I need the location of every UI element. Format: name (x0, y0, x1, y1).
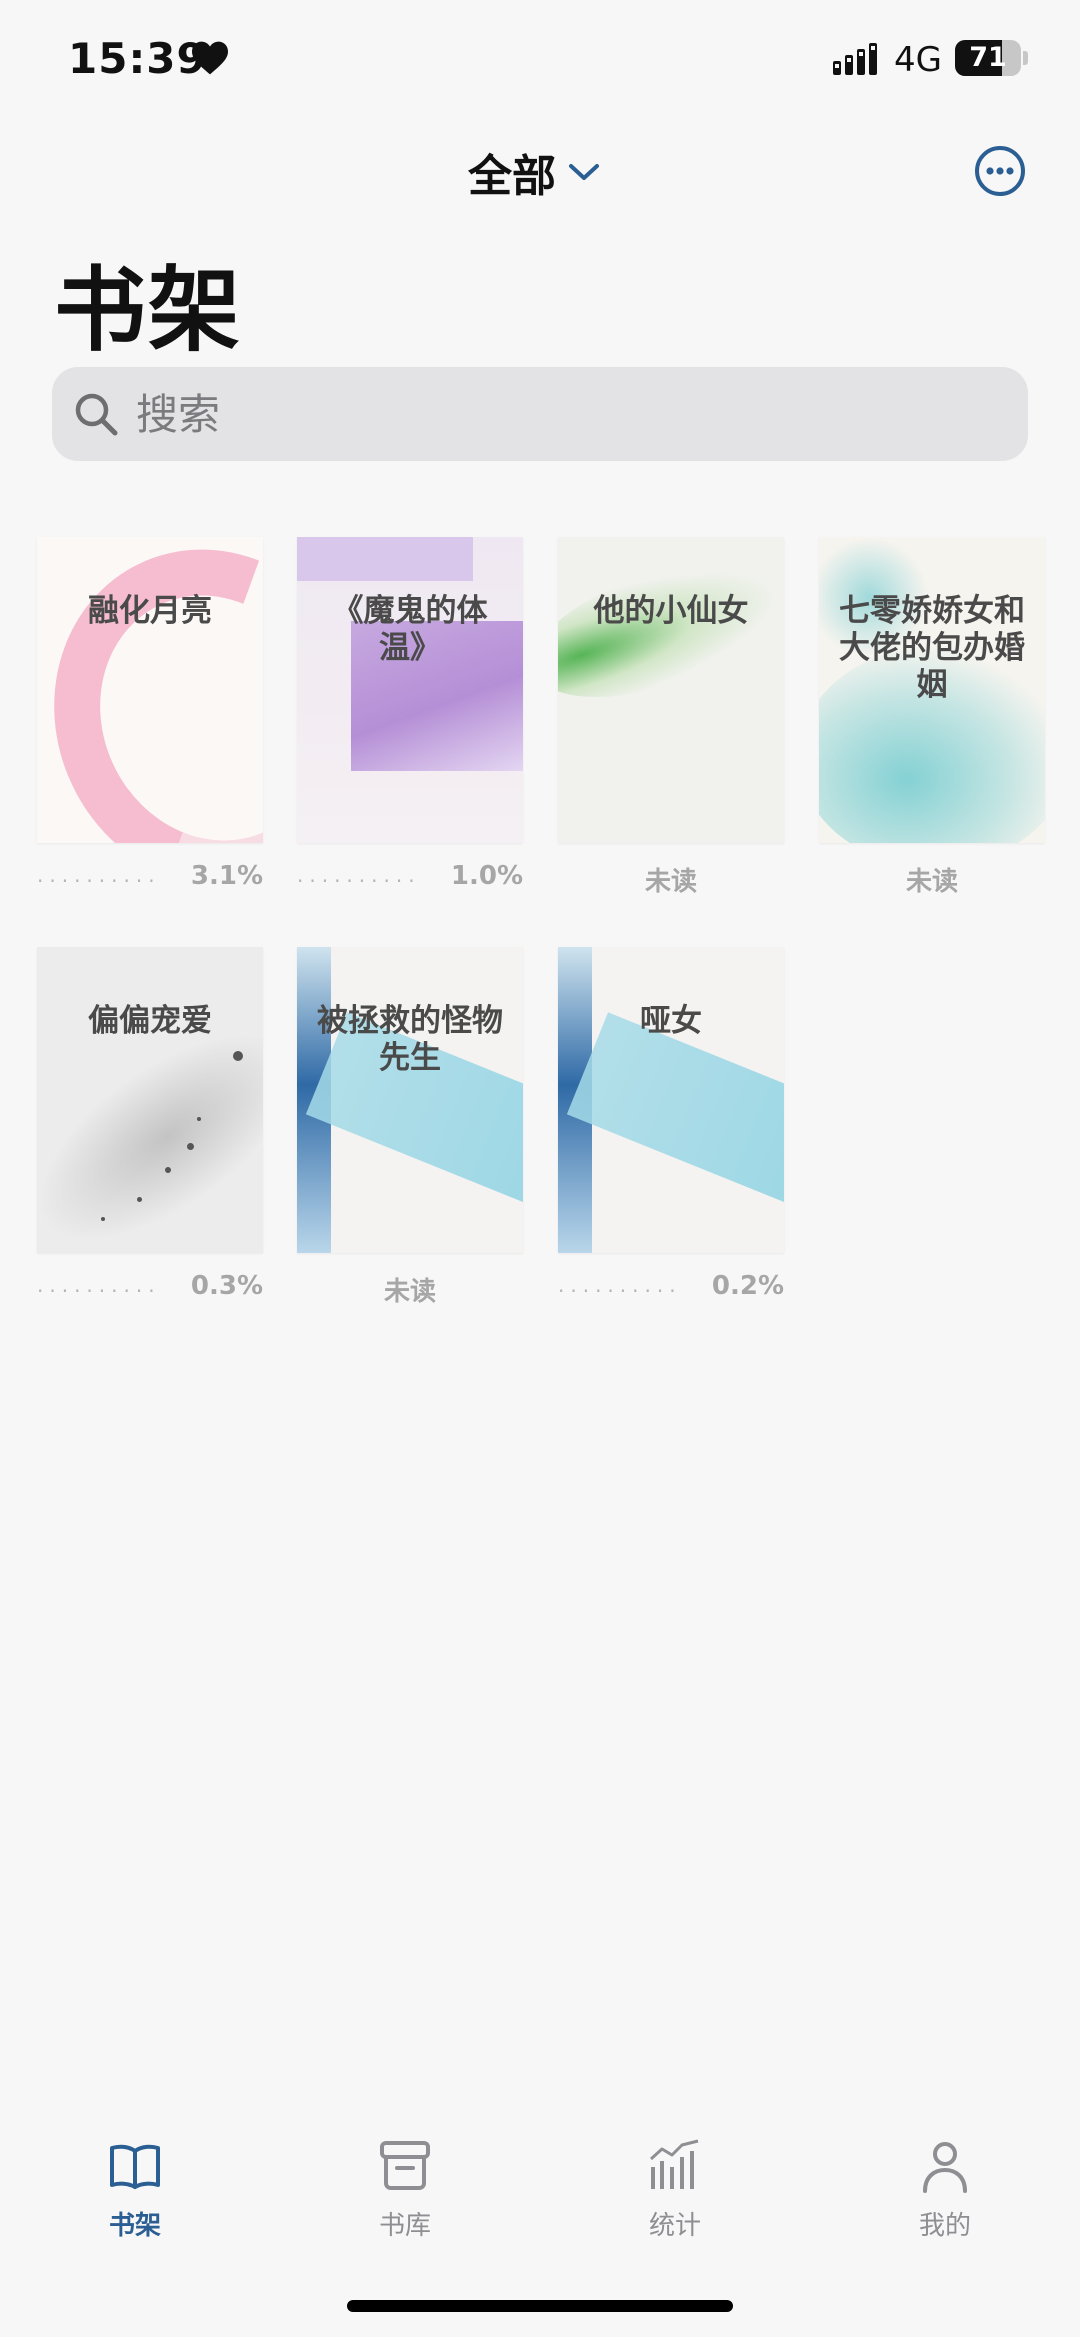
more-options-icon[interactable] (974, 145, 1026, 197)
book-cover[interactable]: 《魔鬼的体温》 (297, 537, 523, 843)
cellular-signal-icon (833, 43, 877, 75)
book-progress: 未读 (819, 861, 1045, 901)
tab-label: 书库 (378, 2211, 431, 2241)
book-cover[interactable]: 七零娇娇女和大佬的包办婚姻 (819, 537, 1045, 843)
book-cover-title: 他的小仙女 (593, 593, 749, 629)
search-icon (75, 393, 118, 436)
tab-profile[interactable]: 我的 (865, 2139, 1025, 2259)
book-cover[interactable]: 偏偏宠爱 (37, 947, 263, 1253)
person-icon (923, 2142, 967, 2193)
network-type: 4G (894, 40, 942, 80)
progress-percent: 3.1% (190, 861, 263, 891)
home-indicator[interactable] (347, 2300, 733, 2312)
status-bar: 15:39 4G 71 (0, 0, 1080, 120)
book-cover-title: 哑女 (640, 1003, 702, 1039)
book-cover[interactable]: 被拯救的怪物先生 (297, 947, 523, 1253)
book-open-icon (110, 2144, 160, 2189)
tab-bookshelf[interactable]: 书架 (55, 2139, 215, 2259)
chevron-down-icon (569, 164, 599, 180)
cover-speck (101, 1217, 105, 1221)
cover-speck (137, 1197, 142, 1202)
page-title: 书架 (54, 257, 243, 364)
book-progress: ·········· 0.3% (37, 1271, 263, 1311)
book-cover[interactable]: 他的小仙女 (558, 537, 784, 843)
book-item[interactable]: 哑女 ·········· 0.2% (558, 947, 784, 1311)
filter-label: 全部 (468, 151, 556, 202)
cover-speck (187, 1143, 194, 1150)
tab-statistics[interactable]: 统计 (595, 2139, 755, 2259)
book-item[interactable]: 被拯救的怪物先生 未读 (297, 947, 523, 1311)
book-cover[interactable]: 融化月亮 (37, 537, 263, 843)
battery-nub (1023, 51, 1028, 65)
progress-dots: ·········· (37, 869, 161, 893)
book-item[interactable]: 他的小仙女 未读 (558, 537, 784, 901)
book-item[interactable]: 偏偏宠爱 ·········· 0.3% (37, 947, 263, 1311)
book-progress: ·········· 0.2% (558, 1271, 784, 1311)
cover-speck (165, 1167, 171, 1173)
bar-chart-icon (649, 2139, 699, 2189)
progress-dots: ·········· (297, 869, 421, 893)
book-item[interactable]: 《魔鬼的体温》 ·········· 1.0% (297, 537, 523, 901)
progress-percent: 0.3% (190, 1271, 263, 1301)
tab-bar: 书架 书库 统计 我的 (0, 2125, 1080, 2275)
filter-dropdown[interactable]: 全部 (468, 142, 600, 202)
battery-icon: 71 (955, 40, 1021, 76)
book-cover-title: 融化月亮 (88, 593, 212, 629)
progress-dots: ·········· (558, 1279, 682, 1303)
progress-percent: 1.0% (450, 861, 523, 891)
status-time: 15:39 (68, 34, 207, 83)
cover-speck (197, 1117, 201, 1121)
cover-speck (233, 1051, 243, 1061)
battery-level: 71 (969, 42, 1007, 73)
book-cover[interactable]: 哑女 (558, 947, 784, 1253)
book-cover-title: 偏偏宠爱 (88, 1003, 212, 1039)
unread-label: 未读 (383, 1277, 436, 1307)
book-cover-title: 七零娇娇女和大佬的包办婚姻 (839, 593, 1025, 703)
book-progress: ·········· 3.1% (37, 861, 263, 901)
book-item[interactable]: 融化月亮 ·········· 3.1% (37, 537, 263, 901)
search-input[interactable] (136, 389, 996, 439)
book-progress: 未读 (297, 1271, 523, 1311)
tab-label: 书架 (108, 2211, 161, 2241)
unread-label: 未读 (644, 867, 697, 897)
tab-label: 统计 (648, 2211, 701, 2241)
progress-percent: 0.2% (711, 1271, 784, 1301)
book-item[interactable]: 七零娇娇女和大佬的包办婚姻 未读 (819, 537, 1045, 901)
book-progress: ·········· 1.0% (297, 861, 523, 901)
progress-dots: ·········· (37, 1279, 161, 1303)
book-cover-title: 《魔鬼的体温》 (332, 593, 488, 666)
tab-label: 我的 (918, 2211, 971, 2241)
bookshelf-screen: 15:39 4G 71 全部 书架 搜索 融化月亮 ·········· 3.1… (0, 0, 1080, 2337)
unread-label: 未读 (905, 867, 958, 897)
search-bar[interactable] (52, 367, 1028, 461)
heart-icon (192, 41, 228, 75)
archive-box-icon (380, 2141, 430, 2190)
book-progress: 未读 (558, 861, 784, 901)
tab-library[interactable]: 书库 (325, 2139, 485, 2259)
book-cover-title: 被拯救的怪物先生 (317, 1003, 503, 1076)
